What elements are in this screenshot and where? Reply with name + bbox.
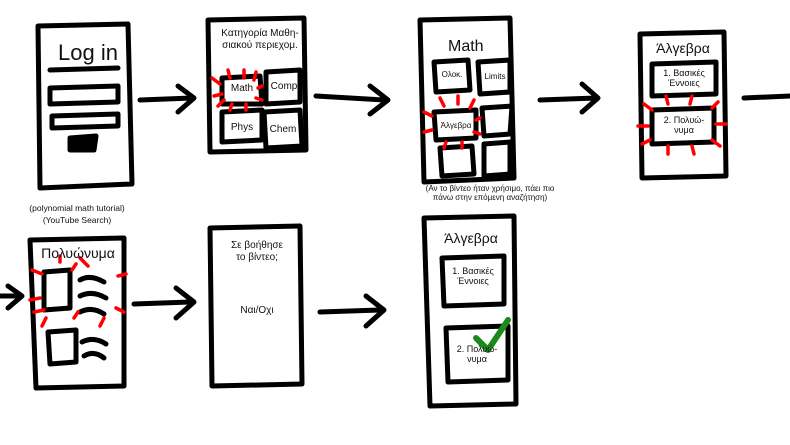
math-item-integrals[interactable]: Ολοκ. <box>434 70 470 79</box>
algebra-title: Άλγεβρα <box>656 40 710 56</box>
algebra-done-item-polynomials[interactable]: 2. Πολυώ- νυμα <box>446 344 508 365</box>
video-caption-query: (polynomial math tutorial) <box>29 203 125 213</box>
math-title: Math <box>448 38 484 55</box>
arrow-1 <box>137 83 197 115</box>
arrow-5 <box>131 285 197 321</box>
arrow-6 <box>317 293 387 329</box>
algebra-item-basics[interactable]: 1. Βασικές Έννοιες <box>652 68 716 89</box>
math-item-algebra[interactable]: Άλγεβρα <box>434 121 478 130</box>
video-caption-source: (YouTube Search) <box>42 215 112 225</box>
feedback-question: Σε βοήθησε το βίντεο; <box>230 240 284 263</box>
category-comp[interactable]: Comp <box>266 81 302 93</box>
algebra-done-item-basics[interactable]: 1. Βασικές Έννοιες <box>442 266 504 287</box>
algebra-done-title: Άλγεβρα <box>444 230 498 246</box>
category-math[interactable]: Math <box>222 83 262 95</box>
polynomials-title: Πολυώνυμα <box>41 245 115 261</box>
arrow-3 <box>537 81 601 115</box>
arrow-0 <box>0 283 25 311</box>
arrow-2 <box>313 83 391 117</box>
arrow-4 <box>741 93 790 101</box>
categories-title: Κατηγορία Μαθη- σιακού περιεχομ. <box>221 28 299 51</box>
usefulness-note: (Αν το βίντεο ήταν χρήσιμο, πάει πιο πάν… <box>425 184 555 203</box>
math-item-limits[interactable]: Limits <box>478 72 512 81</box>
feedback-answer[interactable]: Ναι/Οχι <box>212 305 302 317</box>
algebra-item-polynomials[interactable]: 2. Πολυώ- νυμα <box>652 115 716 136</box>
category-phys[interactable]: Phys <box>222 122 262 134</box>
login-title: Log in <box>58 40 118 65</box>
category-chem[interactable]: Chem <box>264 124 302 136</box>
